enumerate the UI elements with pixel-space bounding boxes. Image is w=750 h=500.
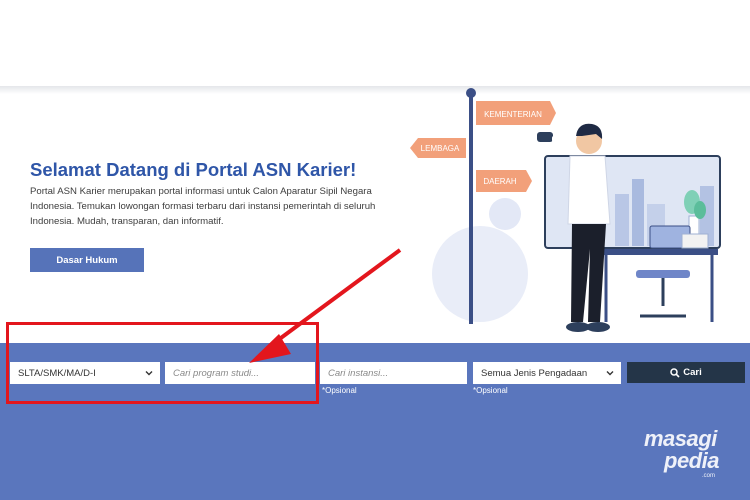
jenis-pengadaan-value: Semua Jenis Pengadaan bbox=[481, 367, 588, 379]
jenis-pengadaan-hint: *Opsional bbox=[473, 386, 508, 395]
building bbox=[615, 194, 629, 246]
hero-illustration: KEMENTERIAN LEMBAGA DAERAH bbox=[410, 88, 721, 332]
cari-button-label: Cari bbox=[683, 367, 702, 378]
chair-seat bbox=[636, 270, 690, 278]
instansi-hint: *Opsional bbox=[322, 386, 357, 395]
bg-circle bbox=[432, 226, 528, 322]
annotation-arrow-icon bbox=[249, 248, 402, 363]
binoculars bbox=[537, 132, 553, 142]
watermark-line2: pedia bbox=[664, 448, 719, 473]
sign-daerah-label: DAERAH bbox=[483, 177, 517, 186]
man-arm bbox=[552, 136, 572, 142]
search-icon bbox=[670, 367, 680, 378]
desk-top bbox=[598, 249, 718, 255]
man-shoe bbox=[586, 322, 610, 332]
chevron-down-icon bbox=[606, 371, 614, 376]
sign-kementerian-label: KEMENTERIAN bbox=[484, 110, 542, 119]
sign-lembaga-label: LEMBAGA bbox=[421, 144, 460, 153]
watermark-suffix: .com bbox=[702, 473, 716, 479]
signpost-cap bbox=[466, 88, 476, 98]
top-navbar bbox=[0, 0, 750, 86]
bg-circle-small bbox=[489, 198, 521, 230]
hero-description: Portal ASN Karier merupakan portal infor… bbox=[30, 186, 376, 227]
watermark-logo: masagi pedia .com bbox=[630, 426, 740, 486]
dasar-hukum-button[interactable]: Dasar Hukum bbox=[30, 248, 144, 272]
hero-title: Selamat Datang di Portal ASN Karier! bbox=[30, 159, 357, 180]
jenis-pengadaan-select[interactable]: Semua Jenis Pengadaan bbox=[473, 362, 621, 384]
books bbox=[681, 233, 709, 249]
man-pants bbox=[571, 224, 606, 322]
plant-leaf bbox=[694, 201, 706, 219]
building bbox=[632, 179, 644, 246]
cari-button[interactable]: Cari bbox=[627, 362, 745, 383]
man-shirt bbox=[567, 155, 611, 225]
